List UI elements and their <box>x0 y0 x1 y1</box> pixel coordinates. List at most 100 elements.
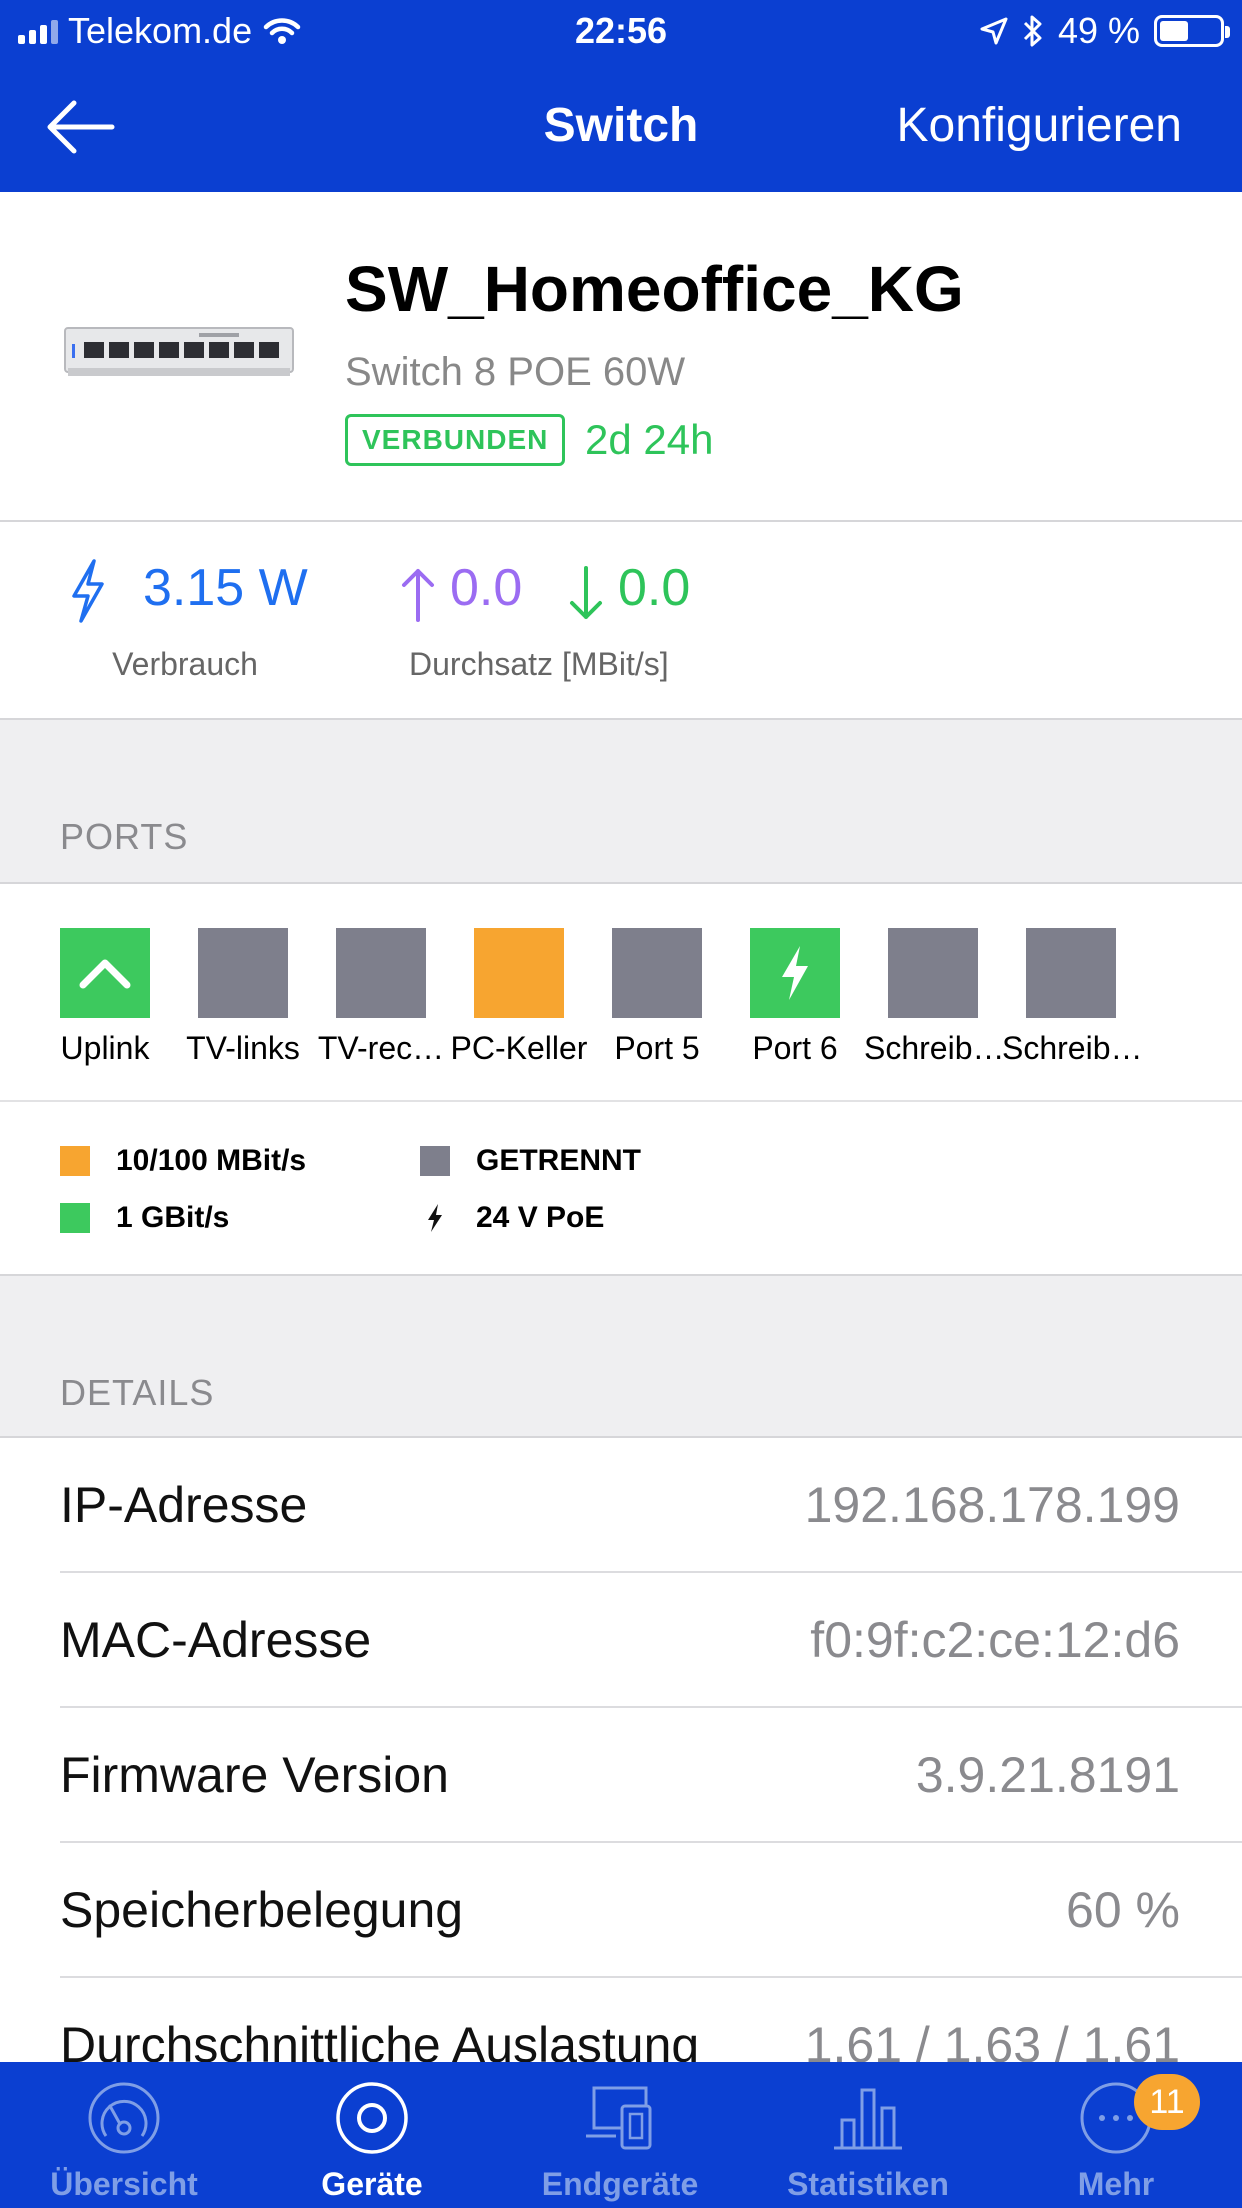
download-value: 0.0 <box>618 559 691 617</box>
tab-label: Übersicht <box>50 2166 198 2202</box>
port-6[interactable]: Port 6 <box>726 928 864 1067</box>
detail-label: IP-Adresse <box>60 1477 308 1533</box>
ports-row: Uplink TV-links TV-rec… PC-Keller Port 5… <box>0 884 1242 1102</box>
power-consumption-value: 3.15 W <box>143 559 308 617</box>
detail-row-ip[interactable]: IP-Adresse 192.168.178.199 <box>60 1438 1242 1573</box>
legend-swatch-orange <box>60 1146 90 1176</box>
detail-value: 60 % <box>1066 1882 1180 1938</box>
battery-icon <box>1154 15 1230 47</box>
ports-section-header: PORTS <box>0 720 1242 884</box>
port-schreibtisch-2[interactable]: Schreib… <box>1002 928 1140 1067</box>
ports-section-title: PORTS <box>60 816 189 857</box>
port-schreibtisch-1[interactable]: Schreib… <box>864 928 1002 1067</box>
detail-value: f0:9f:c2:ce:12:d6 <box>810 1612 1180 1668</box>
detail-label: MAC-Adresse <box>60 1612 372 1668</box>
legend-label: GETRENNT <box>476 1144 641 1177</box>
bar-chart-icon <box>834 2088 902 2150</box>
tab-label: Statistiken <box>787 2166 949 2202</box>
port-label: TV-links <box>186 1030 300 1066</box>
legend-label: 24 V PoE <box>476 1201 605 1234</box>
dashboard-gauge-icon <box>88 2082 160 2154</box>
port-label: Port 5 <box>614 1030 700 1066</box>
port-5[interactable]: Port 5 <box>588 928 726 1067</box>
legend-swatch-green <box>60 1203 90 1233</box>
details-section-title: DETAILS <box>60 1372 215 1413</box>
tab-label: Geräte <box>321 2166 423 2202</box>
tab-label: Endgeräte <box>541 2166 699 2202</box>
port-label: Port 6 <box>752 1030 838 1066</box>
port-indicator <box>888 928 978 1018</box>
legend-10-100: 10/100 MBit/s <box>60 1144 306 1178</box>
stats-panel: 3.15 W Verbrauch 0.0 0.0 Durchsatz [MBit… <box>0 522 1242 720</box>
tab-overview[interactable]: Übersicht <box>0 2062 248 2208</box>
arrow-left-icon <box>47 100 115 154</box>
port-uplink[interactable]: Uplink <box>36 928 174 1067</box>
switch-device-image <box>64 327 294 376</box>
configure-button[interactable]: Konfigurieren <box>896 98 1182 153</box>
devices-target-icon <box>336 2082 408 2154</box>
detail-value: 3.9.21.8191 <box>915 1747 1180 1803</box>
legend-label: 10/100 MBit/s <box>116 1144 307 1177</box>
nav-bar: Switch Konfigurieren <box>0 64 1242 192</box>
bolt-icon <box>782 946 808 1000</box>
battery-level <box>1160 21 1189 41</box>
arrow-down-icon <box>570 566 602 619</box>
port-indicator <box>198 928 288 1018</box>
detail-row-mac[interactable]: MAC-Adresse f0:9f:c2:ce:12:d6 <box>60 1573 1242 1708</box>
top-bar: Telekom.de 22:56 49 % Switch Konfigurier… <box>0 0 1242 192</box>
port-pc-keller[interactable]: PC-Keller <box>450 928 588 1067</box>
port-label: Schreib… <box>864 1030 1002 1066</box>
bolt-icon <box>428 1204 442 1232</box>
location-arrow-icon <box>980 17 1008 45</box>
port-indicator <box>612 928 702 1018</box>
port-label: TV-rec… <box>317 1030 445 1066</box>
chevron-up-icon <box>79 959 131 989</box>
legend-disconnected: GETRENNT <box>420 1144 641 1178</box>
legend-poe: 24 V PoE <box>420 1201 604 1235</box>
status-right: 49 % <box>980 10 1230 52</box>
status-bar: Telekom.de 22:56 49 % <box>0 0 1242 64</box>
client-devices-icon <box>586 2086 652 2150</box>
tab-clients[interactable]: Endgeräte <box>496 2062 744 2208</box>
detail-row-firmware[interactable]: Firmware Version 3.9.21.8191 <box>60 1708 1242 1843</box>
port-label: Schreib… <box>1002 1030 1140 1066</box>
port-tv-receiver[interactable]: TV-rec… <box>312 928 450 1067</box>
port-indicator <box>60 928 150 1018</box>
arrow-up-icon <box>402 569 434 622</box>
port-tv-links[interactable]: TV-links <box>174 928 312 1067</box>
battery-percent: 49 % <box>1057 10 1140 51</box>
tab-label: Mehr <box>1077 2166 1155 2202</box>
notification-badge: 11 <box>1134 2074 1200 2130</box>
legend-label: 1 GBit/s <box>116 1201 230 1234</box>
port-indicator <box>474 928 564 1018</box>
port-legend: 10/100 MBit/s 1 GBit/s GETRENNT 24 V PoE <box>0 1102 1242 1274</box>
upload-value: 0.0 <box>450 559 523 617</box>
device-header: SW_Homeoffice_KG Switch 8 POE 60W VERBUN… <box>0 192 1242 522</box>
tab-statistics[interactable]: Statistiken <box>744 2062 992 2208</box>
legend-swatch-poe <box>420 1203 450 1233</box>
status-badge: VERBUNDEN <box>345 414 566 466</box>
power-consumption-label: Verbrauch <box>112 646 258 682</box>
device-name: SW_Homeoffice_KG <box>345 253 964 325</box>
device-model: Switch 8 POE 60W <box>345 350 686 394</box>
tab-bar: Übersicht Geräte Endgeräte Statistiken 1… <box>0 2062 1242 2208</box>
port-indicator <box>1026 928 1116 1018</box>
details-section-header: DETAILS <box>0 1274 1242 1438</box>
bluetooth-icon <box>1023 15 1042 47</box>
detail-label: Speicherbelegung <box>60 1882 464 1938</box>
detail-row-memory[interactable]: Speicherbelegung 60 % <box>60 1843 1242 1978</box>
back-button[interactable] <box>40 92 130 162</box>
legend-swatch-gray <box>420 1146 450 1176</box>
throughput-label: Durchsatz [MBit/s] <box>409 646 669 682</box>
bolt-icon <box>72 559 104 623</box>
tab-more[interactable]: 11 Mehr <box>992 2062 1240 2208</box>
uptime: 2d 24h <box>585 416 714 463</box>
port-label: Uplink <box>60 1030 150 1066</box>
details-list: IP-Adresse 192.168.178.199 MAC-Adresse f… <box>0 1438 1242 2113</box>
detail-label: Firmware Version <box>60 1747 449 1803</box>
tab-devices[interactable]: Geräte <box>248 2062 496 2208</box>
port-indicator <box>750 928 840 1018</box>
port-indicator <box>336 928 426 1018</box>
port-label: PC-Keller <box>450 1030 588 1066</box>
detail-value: 192.168.178.199 <box>804 1477 1180 1533</box>
